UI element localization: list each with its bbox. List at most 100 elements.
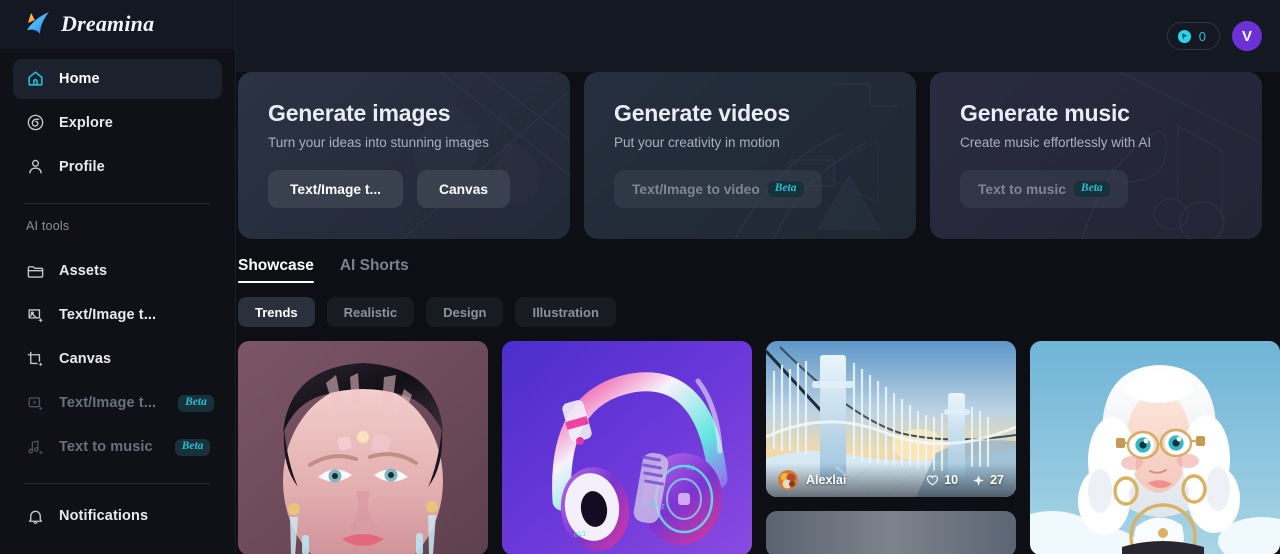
credits-value: 0 xyxy=(1198,28,1206,44)
hero-card-generate-videos[interactable]: Generate videos Put your creativity in m… xyxy=(584,72,916,239)
sidebar-item-explore[interactable]: Explore xyxy=(13,103,222,143)
hero-button-canvas[interactable]: Canvas xyxy=(416,170,511,208)
sidebar-item-label: Text to music xyxy=(59,439,153,456)
image-spark-icon xyxy=(26,306,45,325)
video-spark-icon xyxy=(26,394,45,413)
brand-name: Dreamina xyxy=(61,11,155,37)
avatar[interactable]: V xyxy=(1232,21,1262,51)
credits-badge[interactable]: 0 xyxy=(1166,22,1220,50)
tab-ai-shorts[interactable]: AI Shorts xyxy=(340,257,409,283)
topbar: 0 V xyxy=(236,0,1280,72)
gallery-card-headphones[interactable]: IO I 011 01 xyxy=(502,341,752,554)
content-tabs: Showcase AI Shorts xyxy=(236,239,1262,283)
gallery-column xyxy=(238,341,488,554)
hero-deco-videos xyxy=(584,72,916,239)
sparkle-icon xyxy=(972,474,985,487)
hero-buttons: Text/Image t... Canvas xyxy=(268,170,570,208)
sidebar-item-label: Canvas xyxy=(59,351,112,368)
hero-card-generate-music[interactable]: Generate music Create music effortlessly… xyxy=(930,72,1262,239)
hero-button-text-image-to-video[interactable]: Text/Image to video Beta xyxy=(614,170,822,208)
spark-stat[interactable]: 27 xyxy=(972,473,1004,487)
tab-showcase[interactable]: Showcase xyxy=(238,257,314,283)
sidebar-item-assets[interactable]: Assets xyxy=(13,251,222,291)
gallery-card-white-hair-girl[interactable] xyxy=(1030,341,1280,554)
hero-subtitle: Put your creativity in motion xyxy=(614,135,780,150)
hero-button-label: Canvas xyxy=(438,181,489,197)
gallery-grid: IO I 011 01 Alexlai 10 27 xyxy=(236,327,1280,554)
filter-chip-trends[interactable]: Trends xyxy=(238,297,315,327)
filter-chip-label: Trends xyxy=(255,304,298,320)
filter-chip-realistic[interactable]: Realistic xyxy=(326,297,415,327)
hero-button-label: Text/Image to video xyxy=(632,181,760,197)
sidebar-section-label: AI tools xyxy=(26,219,70,234)
hero-button-text-to-music[interactable]: Text to music Beta xyxy=(960,170,1128,208)
hero-button-label: Text to music xyxy=(978,181,1066,197)
hero-deco-images xyxy=(238,72,570,239)
sidebar-item-label: Assets xyxy=(59,263,108,280)
like-count: 10 xyxy=(944,473,959,487)
card-image: IO I 011 01 xyxy=(502,341,752,554)
main-area: 0 V Generate images Turn your ideas into… xyxy=(236,0,1280,554)
sidebar-item-label: Text/Image t... xyxy=(59,307,157,324)
sidebar-item-label: Home xyxy=(59,70,100,87)
sidebar-item-canvas[interactable]: Canvas xyxy=(13,339,222,379)
filter-chip-label: Realistic xyxy=(343,304,398,320)
app-root: Dreamina Home Explore Profile AI tools A… xyxy=(0,0,1280,554)
filter-chip-illustration[interactable]: Illustration xyxy=(515,297,616,327)
filter-chip-label: Design xyxy=(443,304,487,320)
svg-text:01: 01 xyxy=(686,464,695,473)
gallery-card-ice-bridge[interactable]: Alexlai 10 27 xyxy=(766,341,1016,497)
sidebar-item-text-image-to-image[interactable]: Text/Image t... xyxy=(13,295,222,335)
sidebar-item-label: Notifications xyxy=(59,508,149,524)
beta-badge: Beta xyxy=(174,439,211,456)
sidebar-item-label: Explore xyxy=(59,114,113,131)
filter-chips: Trends Realistic Design Illustration xyxy=(236,283,1262,327)
like-stat[interactable]: 10 xyxy=(926,473,958,487)
gallery-column xyxy=(1030,341,1280,554)
tab-label: AI Shorts xyxy=(339,257,409,274)
sidebar-primary-nav: Home Explore Profile xyxy=(0,49,235,191)
gallery-card-next[interactable] xyxy=(766,511,1016,554)
canvas-icon xyxy=(26,350,45,369)
card-caption: Alexlai 10 27 xyxy=(766,463,1016,497)
sidebar-divider-bottom xyxy=(24,483,211,484)
hero-cards: Generate images Turn your ideas into stu… xyxy=(236,72,1262,239)
sidebar-item-home[interactable]: Home xyxy=(13,58,222,99)
avatar-initial: V xyxy=(1241,27,1252,45)
hero-buttons: Text to music Beta xyxy=(960,170,1262,208)
home-icon xyxy=(26,69,45,88)
folder-icon xyxy=(26,262,45,281)
sidebar-item-text-to-music[interactable]: Text to music Beta xyxy=(13,427,222,467)
filter-chip-design[interactable]: Design xyxy=(426,297,504,327)
sidebar-item-profile[interactable]: Profile xyxy=(13,147,222,187)
card-author: Alexlai xyxy=(806,473,847,487)
brand[interactable]: Dreamina xyxy=(0,0,235,49)
card-image xyxy=(766,511,1016,554)
gallery-column: IO I 011 01 xyxy=(502,341,752,554)
hero-title: Generate videos xyxy=(614,100,790,126)
gallery-card-chrome-portrait[interactable] xyxy=(238,341,488,554)
hero-subtitle: Turn your ideas into stunning images xyxy=(268,135,489,150)
sidebar-item-label: Text/Image t... xyxy=(59,395,157,412)
music-spark-icon xyxy=(26,438,45,457)
beta-badge: Beta xyxy=(767,180,804,198)
tab-label: Showcase xyxy=(238,257,314,274)
profile-icon xyxy=(26,157,45,176)
bell-icon xyxy=(26,507,45,526)
hero-title: Generate images xyxy=(268,100,451,126)
hero-subtitle: Create music effortlessly with AI xyxy=(960,135,1152,150)
heart-icon xyxy=(926,474,939,487)
sidebar-bottom-nav: Notifications xyxy=(0,496,235,554)
hero-button-text-image-to-image[interactable]: Text/Image t... xyxy=(268,170,403,208)
card-image xyxy=(238,341,488,554)
avatar xyxy=(778,470,798,490)
dreamina-logo-icon xyxy=(22,11,52,37)
sidebar-item-notifications[interactable]: Notifications xyxy=(13,496,222,536)
hero-title: Generate music xyxy=(960,100,1130,126)
content: Generate images Turn your ideas into stu… xyxy=(236,72,1280,554)
sidebar-item-text-image-to-video[interactable]: Text/Image t... Beta xyxy=(13,383,222,423)
hero-button-label: Text/Image t... xyxy=(290,181,381,197)
sidebar-tools-nav: Assets Text/Image t... Canvas Text/Image… xyxy=(0,241,235,471)
hero-card-generate-images[interactable]: Generate images Turn your ideas into stu… xyxy=(238,72,570,239)
sidebar: Dreamina Home Explore Profile AI tools A… xyxy=(0,0,236,554)
